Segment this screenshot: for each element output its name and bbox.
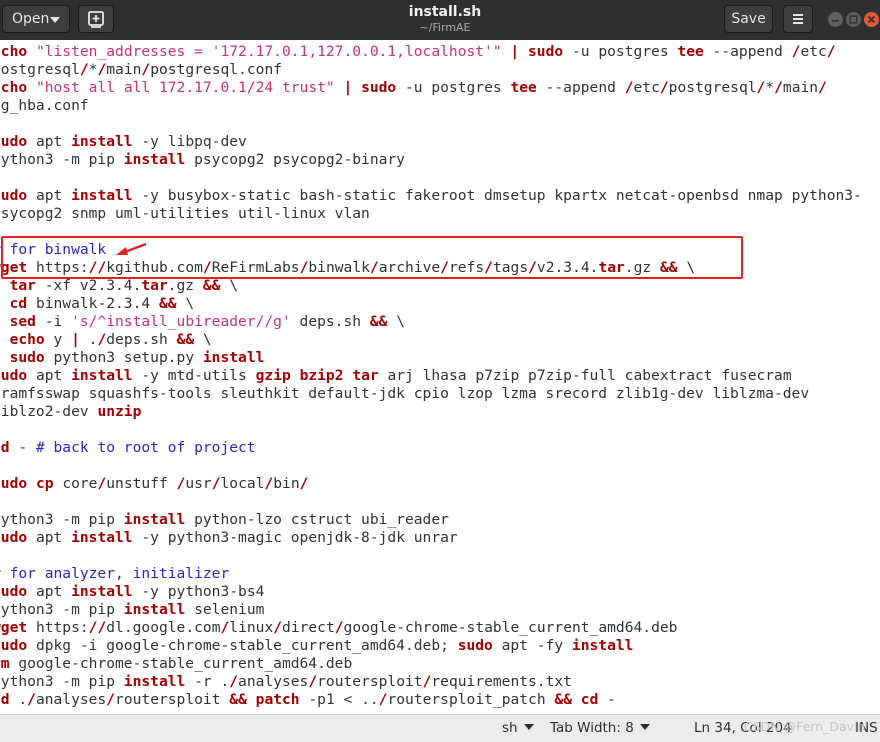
code-line[interactable]: sed -i 's/^install_ubireader//g' deps.sh… <box>0 313 405 330</box>
code-line[interactable]: sudo apt install -y busybox-static bash-… <box>0 187 862 204</box>
code-line[interactable]: psycopg2 snmp uml-utilities util-linux v… <box>0 205 370 222</box>
annotation-arrow-icon <box>116 242 147 255</box>
code-line[interactable]: sudo cp core/unstuff /usr/local/bin/ <box>0 475 308 492</box>
chevron-down-icon <box>639 724 650 730</box>
save-button[interactable]: Save <box>724 5 773 33</box>
code-line[interactable]: cd ./analyses/routersploit && patch -p1 … <box>0 691 616 708</box>
code-line[interactable]: python3 -m pip install python-lzo cstruc… <box>0 511 449 528</box>
code-line[interactable]: sudo apt install -y python3-bs4 <box>0 583 264 600</box>
code-line[interactable]: wget https://dl.google.com/linux/direct/… <box>0 619 677 636</box>
minimize-icon[interactable] <box>828 12 843 27</box>
watermark: CSDN @Fern_Davin <box>744 719 866 734</box>
code-line[interactable]: python3 -m pip install psycopg2 psycopg2… <box>0 151 405 168</box>
code-line[interactable]: echo "host all all 172.17.0.1/24 trust" … <box>0 79 827 96</box>
hamburger-menu-icon <box>793 14 803 24</box>
language-label: sh <box>502 720 518 736</box>
code-line[interactable]: cd binwalk-2.3.4 && \ <box>0 295 195 312</box>
close-icon[interactable] <box>864 12 879 27</box>
status-bar: sh Tab Width: 8 Ln 34, Col 204 INS CSDN … <box>0 714 880 742</box>
code-line[interactable]: # for analyzer, initializer <box>0 565 229 582</box>
window-subtitle: ~/FirmAE <box>419 21 471 34</box>
tab-width-selector[interactable]: Tab Width: 8 <box>550 720 650 736</box>
language-selector[interactable]: sh <box>502 720 534 736</box>
code-line[interactable]: sudo apt install -y libpq-dev <box>0 133 247 150</box>
code-line[interactable]: echo y | ./deps.sh && \ <box>0 331 212 348</box>
code-line[interactable]: sudo apt install -y python3-magic openjd… <box>0 529 458 546</box>
code-line[interactable]: postgresql/*/main/postgresql.conf <box>0 61 282 78</box>
code-line[interactable]: tar -xf v2.3.4.tar.gz && \ <box>0 277 238 294</box>
code-line[interactable]: sudo python3 setup.py install <box>0 349 265 366</box>
code-line[interactable]: liblzo2-dev unzip <box>0 403 141 420</box>
new-document-button[interactable] <box>78 5 114 33</box>
code-line[interactable]: echo "listen_addresses = '172.17.0.1,127… <box>0 43 836 60</box>
window-title: install.sh <box>408 4 482 20</box>
code-line[interactable]: python3 -m pip install -r ./analyses/rou… <box>0 673 572 690</box>
open-button-label: Open <box>12 11 50 27</box>
code-line[interactable]: sudo dpkg -i google-chrome-stable_curren… <box>0 637 633 654</box>
code-line[interactable]: cd - # back to root of project <box>0 439 256 456</box>
tab-width-label: Tab Width: 8 <box>550 720 634 736</box>
code-lines[interactable]: echo "listen_addresses = '172.17.0.1,127… <box>0 43 862 709</box>
chevron-down-icon <box>523 724 534 730</box>
code-line[interactable]: rm google-chrome-stable_current_amd64.de… <box>0 655 352 672</box>
menu-button[interactable] <box>783 5 813 33</box>
code-line[interactable]: python3 -m pip install selenium <box>0 601 264 618</box>
text-editor[interactable]: echo "listen_addresses = '172.17.0.1,127… <box>0 40 880 714</box>
new-document-icon <box>88 11 104 28</box>
chevron-down-icon <box>50 17 60 23</box>
maximize-icon[interactable] <box>846 12 861 27</box>
code-line[interactable]: sudo apt install -y mtd-utils gzip bzip2… <box>0 367 792 384</box>
code-line[interactable]: cramfsswap squashfs-tools sleuthkit defa… <box>0 385 809 402</box>
open-button[interactable]: Open <box>2 5 70 33</box>
code-line[interactable]: pg_hba.conf <box>0 97 89 114</box>
header-bar: Open install.sh ~/FirmAE Save <box>0 0 880 41</box>
